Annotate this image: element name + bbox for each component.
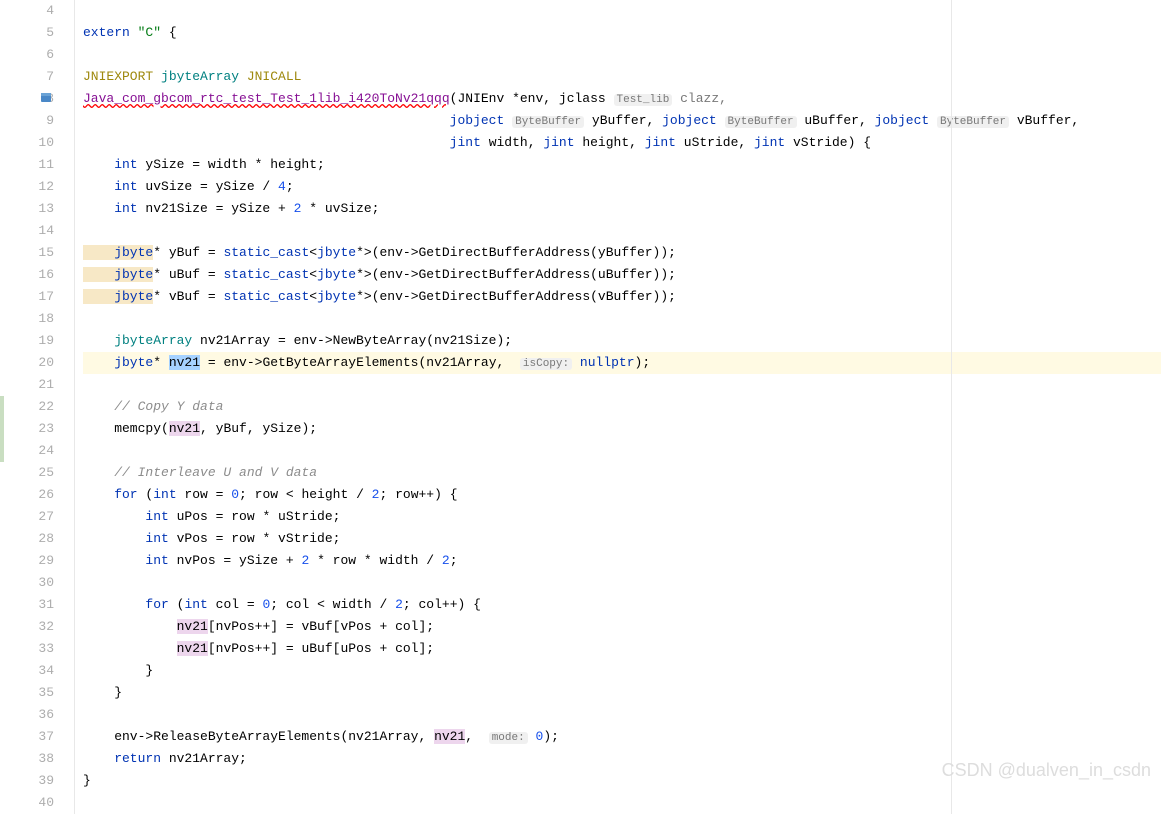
line-number[interactable]: 30 (15, 572, 54, 594)
line-number[interactable]: 29 (15, 550, 54, 572)
code-line[interactable]: jbyteArray nv21Array = env->NewByteArray… (83, 330, 1161, 352)
code-line[interactable] (83, 308, 1161, 330)
code-line[interactable] (83, 440, 1161, 462)
line-number[interactable]: 39 (15, 770, 54, 792)
code-line[interactable]: int uPos = row * uStride; (83, 506, 1161, 528)
line-number[interactable]: 21 (15, 374, 54, 396)
code-editor[interactable]: extern "C" { JNIEXPORT jbyteArray JNICAL… (75, 0, 1161, 814)
code-line[interactable]: env->ReleaseByteArrayElements(nv21Array,… (83, 726, 1161, 748)
breakpoint-icon[interactable] (40, 92, 52, 104)
line-number[interactable]: 36 (15, 704, 54, 726)
code-line[interactable] (83, 44, 1161, 66)
line-number[interactable]: 19 (15, 330, 54, 352)
line-number[interactable]: 10 (15, 132, 54, 154)
line-number[interactable]: 20 (15, 352, 54, 374)
line-number[interactable]: 38 (15, 748, 54, 770)
line-number[interactable]: 17 (15, 286, 54, 308)
code-line[interactable]: } (83, 770, 1161, 792)
line-number[interactable]: 11 (15, 154, 54, 176)
line-number[interactable]: 7 (15, 66, 54, 88)
line-number[interactable]: 8 (15, 88, 54, 110)
gutter-marker-column (0, 0, 15, 814)
code-line[interactable]: return nv21Array; (83, 748, 1161, 770)
code-line[interactable]: Java_com_gbcom_rtc_test_Test_1lib_i420To… (83, 88, 1161, 110)
line-number[interactable]: 35 (15, 682, 54, 704)
line-number[interactable]: 25 (15, 462, 54, 484)
line-number[interactable]: 5 (15, 22, 54, 44)
line-number[interactable]: 40 (15, 792, 54, 814)
line-number[interactable]: 12 (15, 176, 54, 198)
code-line[interactable]: jbyte* vBuf = static_cast<jbyte*>(env->G… (83, 286, 1161, 308)
vcs-change-marker (0, 396, 4, 462)
line-number[interactable]: 22 (15, 396, 54, 418)
line-number-gutter[interactable]: 4 5 6 7 8 9 10 11 12 13 14 15 16 17 18 1… (15, 0, 75, 814)
line-number[interactable]: 24 (15, 440, 54, 462)
line-number[interactable]: 16 (15, 264, 54, 286)
code-line[interactable]: JNIEXPORT jbyteArray JNICALL (83, 66, 1161, 88)
line-number[interactable]: 18 (15, 308, 54, 330)
code-line[interactable]: } (83, 682, 1161, 704)
line-number[interactable]: 4 (15, 0, 54, 22)
line-number[interactable]: 33 (15, 638, 54, 660)
code-line[interactable]: int ySize = width * height; (83, 154, 1161, 176)
code-line[interactable]: jobject ByteBuffer yBuffer, jobject Byte… (83, 110, 1161, 132)
code-line[interactable]: jbyte* uBuf = static_cast<jbyte*>(env->G… (83, 264, 1161, 286)
code-line[interactable]: int vPos = row * vStride; (83, 528, 1161, 550)
code-line[interactable]: int nv21Size = ySize + 2 * uvSize; (83, 198, 1161, 220)
line-number[interactable]: 28 (15, 528, 54, 550)
line-number[interactable]: 15 (15, 242, 54, 264)
line-number[interactable]: 13 (15, 198, 54, 220)
code-line-current[interactable]: jbyte* nv21 = env->GetByteArrayElements(… (83, 352, 1161, 374)
code-line[interactable]: int nvPos = ySize + 2 * row * width / 2; (83, 550, 1161, 572)
line-number[interactable]: 14 (15, 220, 54, 242)
line-number[interactable]: 26 (15, 484, 54, 506)
code-line[interactable]: for (int col = 0; col < width / 2; col++… (83, 594, 1161, 616)
line-number[interactable]: 34 (15, 660, 54, 682)
code-line[interactable]: // Interleave U and V data (83, 462, 1161, 484)
code-line[interactable] (83, 0, 1161, 22)
code-line[interactable] (83, 220, 1161, 242)
line-number[interactable]: 27 (15, 506, 54, 528)
line-number[interactable]: 31 (15, 594, 54, 616)
code-line[interactable]: } (83, 660, 1161, 682)
code-line[interactable] (83, 374, 1161, 396)
code-line[interactable]: nv21[nvPos++] = vBuf[vPos + col]; (83, 616, 1161, 638)
line-number[interactable]: 32 (15, 616, 54, 638)
line-number[interactable]: 37 (15, 726, 54, 748)
code-line[interactable] (83, 704, 1161, 726)
code-line[interactable] (83, 792, 1161, 814)
code-line[interactable]: memcpy(nv21, yBuf, ySize); (83, 418, 1161, 440)
line-number[interactable]: 9 (15, 110, 54, 132)
code-line[interactable]: nv21[nvPos++] = uBuf[uPos + col]; (83, 638, 1161, 660)
code-line[interactable]: int uvSize = ySize / 4; (83, 176, 1161, 198)
right-margin-guide (951, 0, 952, 814)
code-line[interactable]: for (int row = 0; row < height / 2; row+… (83, 484, 1161, 506)
code-line[interactable] (83, 572, 1161, 594)
code-line[interactable]: jbyte* yBuf = static_cast<jbyte*>(env->G… (83, 242, 1161, 264)
code-line[interactable]: jint width, jint height, jint uStride, j… (83, 132, 1161, 154)
line-number[interactable]: 6 (15, 44, 54, 66)
code-line[interactable]: extern "C" { (83, 22, 1161, 44)
code-line[interactable]: // Copy Y data (83, 396, 1161, 418)
line-number[interactable]: 23 (15, 418, 54, 440)
